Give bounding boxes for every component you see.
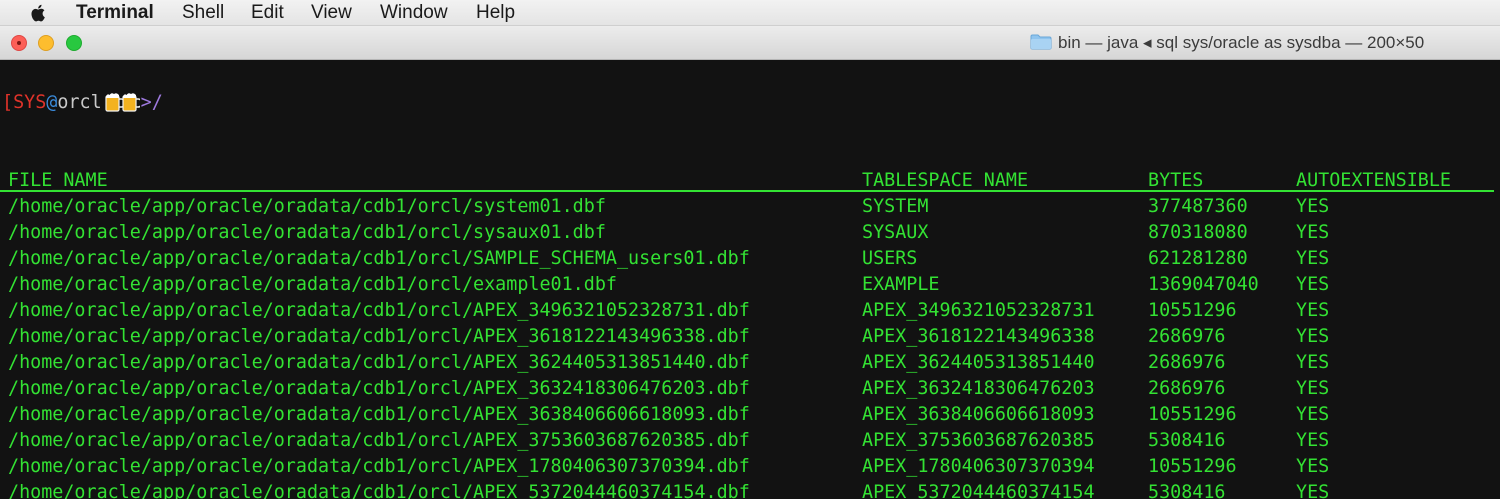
cell-tablespace-name: USERS (862, 248, 918, 269)
cell-autoextensible: YES (1296, 196, 1330, 217)
cell-tablespace-name: APEX_3618122143496338 (862, 326, 1095, 347)
cell-file-name: /home/oracle/app/oracle/oradata/cdb1/orc… (8, 222, 606, 243)
apple-icon[interactable] (26, 0, 52, 26)
cell-autoextensible: YES (1296, 248, 1330, 269)
table-row: /home/oracle/app/oracle/oradata/cdb1/orc… (0, 246, 1500, 272)
cell-tablespace-name: SYSAUX (862, 222, 929, 243)
cell-tablespace-name: APEX_3632418306476203 (862, 378, 1095, 399)
cell-bytes: 621281280 (1148, 248, 1248, 269)
header-underline (0, 190, 1494, 192)
table-row: /home/oracle/app/oracle/oradata/cdb1/orc… (0, 272, 1500, 298)
menu-window[interactable]: Window (380, 1, 448, 25)
cell-file-name: /home/oracle/app/oracle/oradata/cdb1/orc… (8, 430, 750, 451)
menu-edit[interactable]: Edit (251, 1, 284, 25)
cell-bytes: 5308416 (1148, 482, 1226, 499)
window-titlebar[interactable]: bin — java ◂ sql sys/oracle as sysdba — … (0, 26, 1500, 60)
cell-tablespace-name: APEX_3496321052328731 (862, 300, 1095, 321)
prompt-at: @ (46, 92, 58, 113)
terminal-output[interactable]: [SYS@orcl >/ FILE_NAME TABLESPACE_NAME B… (0, 60, 1500, 499)
cell-bytes: 2686976 (1148, 326, 1226, 347)
table-row: /home/oracle/app/oracle/oradata/cdb1/orc… (0, 324, 1500, 350)
cell-autoextensible: YES (1296, 404, 1330, 425)
cell-bytes: 10551296 (1148, 300, 1237, 321)
cell-bytes: 377487360 (1148, 196, 1248, 217)
cell-tablespace-name: APEX_5372044460374154 (862, 482, 1095, 499)
cell-bytes: 2686976 (1148, 352, 1226, 373)
cell-autoextensible: YES (1296, 430, 1330, 451)
minimize-window-button[interactable] (38, 35, 54, 51)
cell-tablespace-name: APEX_3624405313851440 (862, 352, 1095, 373)
cell-file-name: /home/oracle/app/oracle/oradata/cdb1/orc… (8, 196, 606, 217)
prompt-user: SYS (13, 92, 47, 113)
cell-autoextensible: YES (1296, 326, 1330, 347)
window-title: bin — java ◂ sql sys/oracle as sysdba — … (1030, 26, 1424, 60)
cell-autoextensible: YES (1296, 378, 1330, 399)
cell-autoextensible: YES (1296, 482, 1330, 499)
cell-bytes: 1369047040 (1148, 274, 1259, 295)
table-row: /home/oracle/app/oracle/oradata/cdb1/orc… (0, 298, 1500, 324)
cell-file-name: /home/oracle/app/oracle/oradata/cdb1/orc… (8, 326, 750, 347)
window-title-text: bin — java ◂ sql sys/oracle as sysdba — … (1058, 33, 1425, 52)
cell-file-name: /home/oracle/app/oracle/oradata/cdb1/orc… (8, 456, 750, 477)
prompt-host: orcl (57, 92, 102, 113)
cell-bytes: 10551296 (1148, 456, 1237, 477)
folder-icon (1030, 34, 1052, 50)
table-row: /home/oracle/app/oracle/oradata/cdb1/orc… (0, 402, 1500, 428)
menu-shell[interactable]: Shell (182, 1, 224, 25)
cell-bytes: 5308416 (1148, 430, 1226, 451)
cell-tablespace-name: APEX_1780406307370394 (862, 456, 1095, 477)
zoom-window-button[interactable] (66, 35, 82, 51)
close-window-button[interactable] (11, 35, 27, 51)
table-row: /home/oracle/app/oracle/oradata/cdb1/orc… (0, 428, 1500, 454)
shell-prompt: [SYS@orcl >/ (2, 91, 163, 115)
table-row: /home/oracle/app/oracle/oradata/cdb1/orc… (0, 350, 1500, 376)
cell-bytes: 2686976 (1148, 378, 1226, 399)
cell-autoextensible: YES (1296, 456, 1330, 477)
cell-autoextensible: YES (1296, 222, 1330, 243)
table-row: /home/oracle/app/oracle/oradata/cdb1/orc… (0, 194, 1500, 220)
menu-help[interactable]: Help (476, 1, 515, 25)
cell-file-name: /home/oracle/app/oracle/oradata/cdb1/orc… (8, 482, 750, 499)
cell-bytes: 870318080 (1148, 222, 1248, 243)
cell-file-name: /home/oracle/app/oracle/oradata/cdb1/orc… (8, 274, 617, 295)
prompt-suffix: >/ (140, 92, 163, 113)
cell-tablespace-name: APEX_3638406606618093 (862, 404, 1095, 425)
table-row: /home/oracle/app/oracle/oradata/cdb1/orc… (0, 220, 1500, 246)
cell-autoextensible: YES (1296, 300, 1330, 321)
prompt-open-bracket: [ (2, 92, 14, 113)
menu-app-terminal[interactable]: Terminal (76, 1, 154, 25)
table-row: /home/oracle/app/oracle/oradata/cdb1/orc… (0, 480, 1500, 499)
cell-tablespace-name: SYSTEM (862, 196, 929, 217)
cell-autoextensible: YES (1296, 352, 1330, 373)
cell-file-name: /home/oracle/app/oracle/oradata/cdb1/orc… (8, 404, 750, 425)
cell-bytes: 10551296 (1148, 404, 1237, 425)
cell-tablespace-name: EXAMPLE (862, 274, 940, 295)
cell-file-name: /home/oracle/app/oracle/oradata/cdb1/orc… (8, 352, 750, 373)
menu-bar: Terminal Shell Edit View Window Help (0, 0, 1500, 26)
cell-file-name: /home/oracle/app/oracle/oradata/cdb1/orc… (8, 378, 750, 399)
table-row: /home/oracle/app/oracle/oradata/cdb1/orc… (0, 454, 1500, 480)
cell-file-name: /home/oracle/app/oracle/oradata/cdb1/orc… (8, 248, 750, 269)
cell-autoextensible: YES (1296, 274, 1330, 295)
cell-tablespace-name: APEX_3753603687620385 (862, 430, 1095, 451)
menu-view[interactable]: View (311, 1, 352, 25)
beer-icon (105, 92, 140, 112)
table-row: /home/oracle/app/oracle/oradata/cdb1/orc… (0, 376, 1500, 402)
cell-file-name: /home/oracle/app/oracle/oradata/cdb1/orc… (8, 300, 750, 321)
